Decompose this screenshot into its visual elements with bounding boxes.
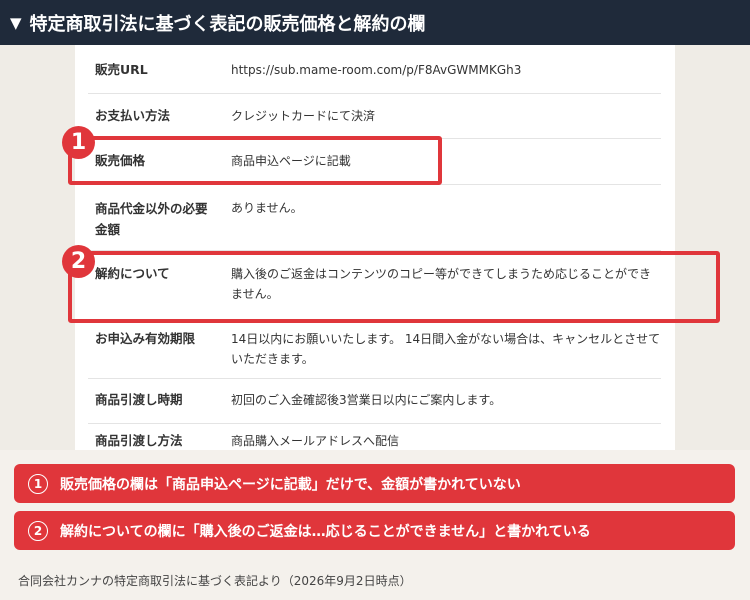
row-value: クレジットカードにて決済 xyxy=(231,109,376,123)
circled-number: 2 xyxy=(28,520,48,541)
note-text: 解約についての欄に「購入後のご返金は…応じることができません」と書かれている xyxy=(60,523,591,540)
annotation-note-1: 1 販売価格の欄は「商品申込ページに記載」だけで、金額が書かれていない xyxy=(14,464,735,503)
highlight-box-cancellation xyxy=(68,251,720,323)
annotation-note-2: 2 解約についての欄に「購入後のご返金は…応じることができません」と書かれている xyxy=(14,511,735,550)
number-badge-2: 2 xyxy=(62,245,95,278)
row-value: 初回のご入金確認後3営業日以内にご案内します。 xyxy=(231,393,502,407)
row-value: 14日以内にお願いいたします。 14日間入金がない場合は、キャンセルとさせていた… xyxy=(231,332,661,366)
header-bar: ▼ 特定商取引法に基づく表記の販売価格と解約の欄 xyxy=(0,0,750,45)
table-row: お申込み有効期限 14日以内にお願いいたします。 14日間入金がない場合は、キャ… xyxy=(88,321,661,379)
circled-number: 1 xyxy=(28,473,48,494)
row-label: 商品引渡し時期 xyxy=(95,392,183,407)
note-text: 販売価格の欄は「商品申込ページに記載」だけで、金額が書かれていない xyxy=(60,476,521,493)
table-row: 商品引渡し方法 商品購入メールアドレスへ配信 xyxy=(88,423,661,450)
legal-notice-table: 販売URL https://sub.mame-room.com/p/F8AvGW… xyxy=(75,45,675,450)
row-label: 販売URL xyxy=(95,62,148,77)
triangle-down-icon[interactable]: ▼ xyxy=(10,14,22,32)
row-label: お支払い方法 xyxy=(95,108,171,123)
row-label: 商品代金以外の必要金額 xyxy=(95,201,208,237)
row-value: 商品購入メールアドレスへ配信 xyxy=(231,434,400,448)
header-title: 特定商取引法に基づく表記の販売価格と解約の欄 xyxy=(29,13,426,35)
table-row: お支払い方法 クレジットカードにて決済 xyxy=(88,93,661,139)
row-value: https://sub.mame-room.com/p/F8AvGWMMKGh3 xyxy=(231,63,522,77)
table-row: 販売URL https://sub.mame-room.com/p/F8AvGW… xyxy=(88,45,661,94)
row-value: ありません。 xyxy=(231,201,303,215)
source-caption: 合同会社カンナの特定商取引法に基づく表記より（2026年9月2日時点） xyxy=(18,574,412,588)
row-label: お申込み有効期限 xyxy=(95,331,196,346)
highlight-box-price xyxy=(68,136,442,185)
row-label: 商品引渡し方法 xyxy=(95,433,183,448)
table-row: 商品引渡し時期 初回のご入金確認後3営業日以内にご案内します。 xyxy=(88,378,661,424)
table-row: 商品代金以外の必要金額 ありません。 xyxy=(88,184,661,251)
number-badge-1: 1 xyxy=(62,126,95,159)
